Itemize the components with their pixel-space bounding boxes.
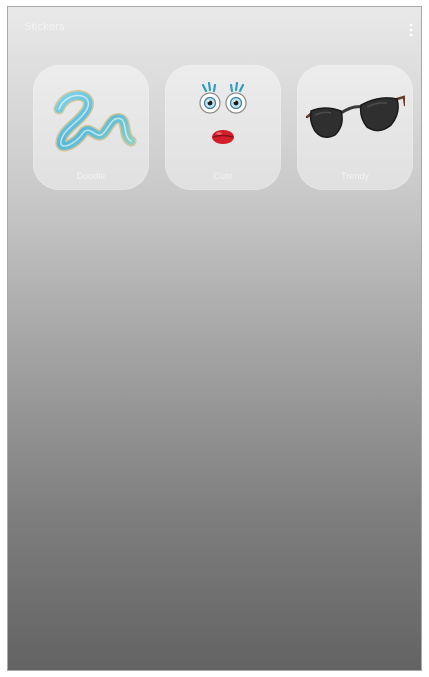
sticker-tile-doodle[interactable]: Doodle	[33, 65, 149, 190]
cartoon-face-icon	[173, 79, 273, 159]
sticker-label-trendy: Trendy	[341, 171, 369, 181]
more-options-button[interactable]	[406, 19, 416, 41]
more-vertical-icon	[409, 23, 413, 37]
sticker-tile-trendy[interactable]: Trendy	[297, 65, 413, 190]
squiggle-doodle-icon	[41, 79, 141, 159]
sticker-label-doodle: Doodle	[76, 171, 106, 181]
sticker-label-cute: Cute	[213, 171, 233, 181]
sticker-tile-cute[interactable]: Cute	[165, 65, 281, 190]
screen-title: Stickers	[24, 21, 65, 33]
sunglasses-icon	[305, 79, 405, 159]
camera-sticker-screen: Stickers Doodle Cute Trendy	[7, 6, 422, 671]
